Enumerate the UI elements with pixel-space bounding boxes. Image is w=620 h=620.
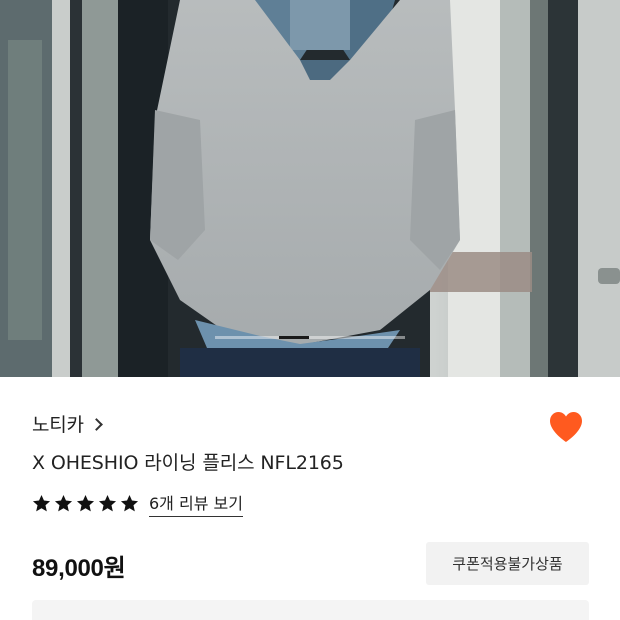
chevron-right-icon	[89, 417, 103, 431]
star-icon	[76, 494, 95, 512]
rating-stars	[32, 494, 139, 513]
brand-name: 노티카	[32, 414, 84, 436]
product-title: X OHESHIO 라이닝 플리스 NFL2165	[32, 452, 344, 474]
price: 89,000원	[32, 555, 126, 582]
brand-link[interactable]: 노티카	[32, 410, 103, 437]
star-icon	[54, 494, 73, 512]
coupon-unavailable-badge: 쿠폰적용불가상품	[426, 542, 589, 585]
star-icon	[98, 494, 117, 512]
carousel-progress	[215, 336, 405, 339]
review-link[interactable]: 6개 리뷰 보기	[149, 490, 243, 517]
product-photo	[0, 0, 620, 377]
rating-row: 6개 리뷰 보기	[32, 490, 243, 517]
heart-icon[interactable]	[546, 407, 586, 447]
product-image-carousel[interactable]	[0, 0, 620, 377]
star-icon	[32, 494, 51, 512]
carousel-progress-fill	[279, 336, 309, 339]
star-icon	[120, 494, 139, 512]
info-panel	[32, 600, 589, 620]
